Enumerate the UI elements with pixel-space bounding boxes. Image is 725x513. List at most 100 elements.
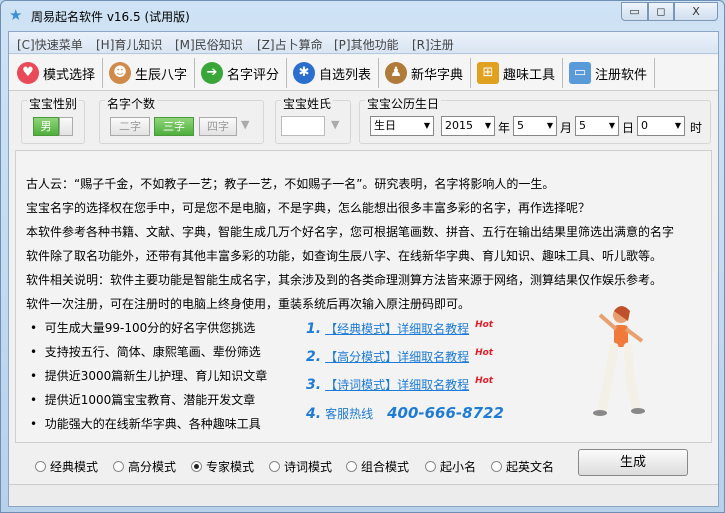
title-bar: ★ 周易起名软件 v16.5 (试用版) ▭ ◻ X: [1, 1, 724, 29]
close-button[interactable]: X: [674, 2, 718, 21]
menu-other[interactable]: [P]其他功能: [334, 36, 399, 53]
count-two[interactable]: 二字: [110, 117, 150, 136]
feature-item: • 提供近3000篇新生儿护理、育儿知识文章: [30, 369, 268, 383]
day-select[interactable]: 5 ▼: [575, 116, 619, 136]
feature-item: • 提供近1000篇宝宝教育、潜能开发文章: [30, 393, 256, 407]
feature-item: • 支持按五行、简体、康熙笔画、辈份筛选: [30, 345, 261, 359]
tutorial-highscore-link[interactable]: 2. 【高分模式】详细取名教程 Hot: [306, 348, 493, 365]
radio-highscore[interactable]: 高分模式: [113, 458, 176, 475]
feature-text: 提供近1000篇宝宝教育、潜能开发文章: [44, 393, 256, 407]
gender-toggle[interactable]: 男: [33, 117, 59, 136]
radio-classic[interactable]: 经典模式: [35, 458, 98, 475]
radio-poetry[interactable]: 诗词模式: [269, 458, 332, 475]
bazi-button[interactable]: ☻ 生辰八字: [105, 58, 195, 88]
hot-badge: Hot: [475, 348, 494, 358]
chevron-down-icon: ▼: [546, 121, 553, 130]
status-bar: [9, 484, 718, 506]
hour-select[interactable]: 0 ▼: [637, 116, 685, 136]
menu-divination[interactable]: [Z]占卜算命: [257, 36, 323, 53]
radio-icon: [425, 461, 436, 472]
radio-expert[interactable]: 专家模式: [191, 458, 254, 475]
intro-line: 软件一次注册，可在注册时的电脑上终身使用，重装系统后再次输入原注册码即可。: [26, 297, 471, 311]
tutorial-classic-link[interactable]: 1. 【经典模式】详细取名教程 Hot: [306, 320, 493, 337]
tutorial-num: 1.: [306, 321, 322, 337]
year-unit: 年: [498, 121, 511, 135]
toolbar-label: 新华字典: [411, 67, 464, 83]
radio-english[interactable]: 起英文名: [491, 458, 554, 475]
maximize-button[interactable]: ◻: [648, 2, 674, 21]
name-score-button[interactable]: ➔ 名字评分: [197, 58, 287, 88]
surname-input[interactable]: [281, 116, 325, 136]
toolbar: ♥ 模式选择 ☻ 生辰八字 ➔ 名字评分 ✱ 自选列表 ♟ 新华字典 ⊞ 趣味工具 ▭ 注册软…: [9, 55, 718, 91]
menu-bar: [C]快速菜单 [H]育儿知识 [M]民俗知识 [Z]占卜算命 [P]其他功能 …: [9, 32, 718, 54]
count-four[interactable]: 四字: [199, 117, 237, 136]
gender-label: 宝宝性别: [27, 95, 80, 112]
people-icon: ☻: [109, 62, 131, 84]
surname-dropdown-icon[interactable]: ▼: [331, 118, 339, 131]
gender-toggle-handle[interactable]: [59, 117, 73, 136]
radio-nickname[interactable]: 起小名: [425, 458, 476, 475]
intro-line: 本软件参考各种书籍、文献、字典，智能生成几万个好名字，您可根据笔画数、拼音、五行…: [26, 225, 675, 239]
menu-folk[interactable]: [M]民俗知识: [175, 36, 243, 53]
globe-icon: ✱: [293, 62, 315, 84]
month-unit: 月: [560, 121, 573, 135]
name-count-label: 名字个数: [105, 95, 158, 112]
toolbar-label: 注册软件: [595, 67, 648, 83]
tutorial-label: 【高分模式】详细取名教程: [325, 350, 470, 364]
arrow-right-icon: ➔: [201, 62, 223, 84]
day-value: 5: [579, 119, 586, 132]
month-select[interactable]: 5 ▼: [513, 116, 557, 136]
tutorial-poetry-link[interactable]: 3. 【诗词模式】详细取名教程 Hot: [306, 376, 493, 393]
app-window: ★ 周易起名软件 v16.5 (试用版) ▭ ◻ X [C]快速菜单 [H]育儿…: [0, 0, 725, 513]
intro-line: 宝宝名字的选择权在您手中，可是您不是电脑，不是字典，怎么能想出很多丰富多彩的名字…: [26, 201, 591, 215]
tutorial-num: 3.: [306, 377, 322, 393]
custom-list-button[interactable]: ✱ 自选列表: [289, 58, 379, 88]
client-area: [C]快速菜单 [H]育儿知识 [M]民俗知识 [Z]占卜算命 [P]其他功能 …: [8, 31, 719, 507]
star-icon: ★: [9, 6, 23, 24]
radio-combo[interactable]: 组合模式: [346, 458, 409, 475]
radio-label: 起小名: [440, 460, 477, 474]
hour-unit: 时: [690, 121, 703, 135]
chevron-down-icon: ▼: [674, 121, 681, 130]
toolbar-label: 生辰八字: [135, 67, 188, 83]
hotline: 4. 客服热线 400-666-8722: [306, 404, 504, 422]
intro-panel: 古人云：“赐子千金，不如教子一艺；教子一艺，不如赐子一名”。研究表明，名字将影响…: [15, 150, 712, 443]
chevron-down-icon: ▼: [484, 121, 491, 130]
minimize-button[interactable]: ▭: [621, 2, 648, 21]
radio-label: 诗词模式: [284, 460, 333, 474]
radio-icon: [35, 461, 46, 472]
radio-checked-icon: [191, 461, 202, 472]
count-dropdown-icon[interactable]: ▼: [241, 118, 249, 131]
menu-quick[interactable]: [C]快速菜单: [17, 36, 83, 53]
radio-label: 高分模式: [128, 460, 177, 474]
radio-icon: [346, 461, 357, 472]
year-select[interactable]: 2015 ▼: [441, 116, 495, 136]
feature-text: 功能强大的在线新华字典、各种趣味工具: [44, 417, 261, 431]
window-title: 周易起名软件 v16.5 (试用版): [31, 10, 190, 24]
feature-text: 可生成大量99-100分的好名字供您挑选: [44, 321, 256, 335]
dictionary-button[interactable]: ♟ 新华字典: [381, 58, 471, 88]
hot-badge: Hot: [475, 320, 494, 330]
windows-icon: ⊞: [477, 62, 499, 84]
register-software-button[interactable]: ▭ 注册软件: [565, 58, 655, 88]
menu-parenting[interactable]: [H]育儿知识: [96, 36, 162, 53]
birthday-label: 宝宝公历生日: [365, 95, 442, 112]
tutorial-num: 2.: [306, 349, 322, 365]
intro-line: 软件除了取名功能外，还带有其他丰富多彩的功能，如查询生辰八字、在线新华字典、育儿…: [26, 249, 663, 263]
count-three[interactable]: 三字: [154, 117, 194, 136]
calendar-select[interactable]: 生日 ▼: [370, 116, 434, 136]
feature-item: • 功能强大的在线新华字典、各种趣味工具: [30, 417, 261, 431]
generate-button[interactable]: 生成: [578, 449, 688, 476]
graduate-icon: ♟: [385, 62, 407, 84]
tutorial-label: 【经典模式】详细取名教程: [325, 322, 470, 336]
hotline-num: 4.: [306, 406, 322, 422]
radio-label: 组合模式: [361, 460, 410, 474]
feature-text: 支持按五行、简体、康熙笔画、辈份筛选: [44, 345, 261, 359]
hot-badge: Hot: [475, 376, 494, 386]
mode-select-button[interactable]: ♥ 模式选择: [13, 58, 103, 88]
heart-icon: ♥: [17, 62, 39, 84]
menu-register[interactable]: [R]注册: [412, 36, 454, 53]
tutorial-label: 【诗词模式】详细取名教程: [325, 378, 470, 392]
hour-value: 0: [641, 119, 648, 132]
fun-tools-button[interactable]: ⊞ 趣味工具: [473, 58, 563, 88]
